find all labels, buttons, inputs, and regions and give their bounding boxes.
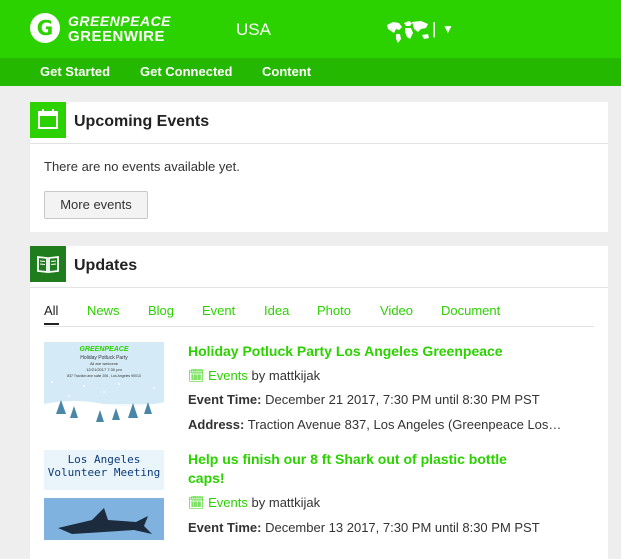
update-title[interactable]: Holiday Potluck Party Los Angeles Greenp… [188,342,503,361]
address-value: Traction Avenue 837, Los Angeles (Greenp… [247,417,562,432]
divider [30,287,608,288]
calendar-icon: 🗓 [188,495,205,510]
nav-item-content[interactable]: Content [262,64,311,79]
thumb-line: Volunteer Meeting [48,466,161,479]
tab-all[interactable]: All [44,303,58,318]
tab-photo[interactable]: Photo [317,303,351,318]
event-thumbnail[interactable]: Los Angeles Volunteer Meeting [44,450,164,540]
event-thumbnail[interactable]: GREENPEACE Holiday Potluck Party All are… [44,342,164,432]
tab-video[interactable]: Video [380,303,413,318]
tab-document[interactable]: Document [441,303,500,318]
update-meta: 🗓 Events by mattkijak [188,368,320,384]
tab-idea[interactable]: Idea [264,303,289,318]
tabs-divider [44,326,594,327]
event-time-value: December 13 2017, 7:30 PM until 8:30 PM … [265,520,540,535]
thumb-line: All are welcome [90,361,119,366]
calendar-icon [30,102,66,138]
logo-line2: GREENWIRE [68,28,166,45]
empty-events-message: There are no events available yet. [44,159,240,174]
event-time: Event Time: December 13 2017, 7:30 PM un… [188,520,540,535]
thumb-line: Los Angeles [68,453,141,466]
updates-card: Updates All News Blog Event Idea Photo V… [30,246,608,559]
tab-news[interactable]: News [87,303,120,318]
nav-item-get-connected[interactable]: Get Connected [140,64,232,79]
update-meta: 🗓 Events by mattkijak [188,495,320,511]
open-book-icon [30,246,66,282]
thumb-line: 12/21/2017 7:30 pm [86,367,122,372]
category-link[interactable]: Events [208,495,248,510]
by-label: by [251,495,266,510]
update-title[interactable]: Help us finish our 8 ft Shark out of pla… [188,450,507,488]
logo-line1: GREENPEACE [68,13,172,29]
greenpeace-logo-icon [30,13,60,43]
event-time-label: Event Time: [188,520,262,535]
top-header: GREENPEACE GREENWIRE USA | ▼ [0,0,621,58]
divider [30,143,608,144]
card-title: Updates [74,257,138,274]
tab-blog[interactable]: Blog [148,303,174,318]
thumb-line: 837 Traction ave suite 206 , Los Angeles… [67,374,141,378]
active-tab-indicator [44,323,59,325]
category-link[interactable]: Events [208,368,248,383]
nav-item-get-started[interactable]: Get Started [40,64,110,79]
greenwire-logo[interactable]: GREENPEACE GREENWIRE [30,12,172,46]
title-line: caps! [188,470,225,486]
by-label: by [251,368,266,383]
calendar-icon: 🗓 [188,368,205,383]
tab-event[interactable]: Event [202,303,235,318]
main-nav: Get Started Get Connected Content [0,58,621,86]
world-map-icon[interactable] [385,18,431,44]
country-label[interactable]: USA [236,20,271,40]
chevron-down-icon[interactable]: ▼ [442,22,454,36]
event-time-label: Event Time: [188,392,262,407]
more-events-button[interactable]: More events [44,191,148,219]
world-separator: | [432,19,437,38]
author-link[interactable]: mattkijak [269,368,320,383]
upcoming-events-card: Upcoming Events There are no events avai… [30,102,608,232]
title-line: Help us finish our 8 ft Shark out of pla… [188,451,507,467]
event-address: Address: Traction Avenue 837, Los Angele… [188,417,561,432]
thumb-brand: GREENPEACE [79,346,128,353]
event-time-value: December 21 2017, 7:30 PM until 8:30 PM … [265,392,540,407]
card-title: Upcoming Events [74,113,210,130]
address-label: Address: [188,417,245,432]
author-link[interactable]: mattkijak [269,495,320,510]
event-time: Event Time: December 21 2017, 7:30 PM un… [188,392,540,407]
